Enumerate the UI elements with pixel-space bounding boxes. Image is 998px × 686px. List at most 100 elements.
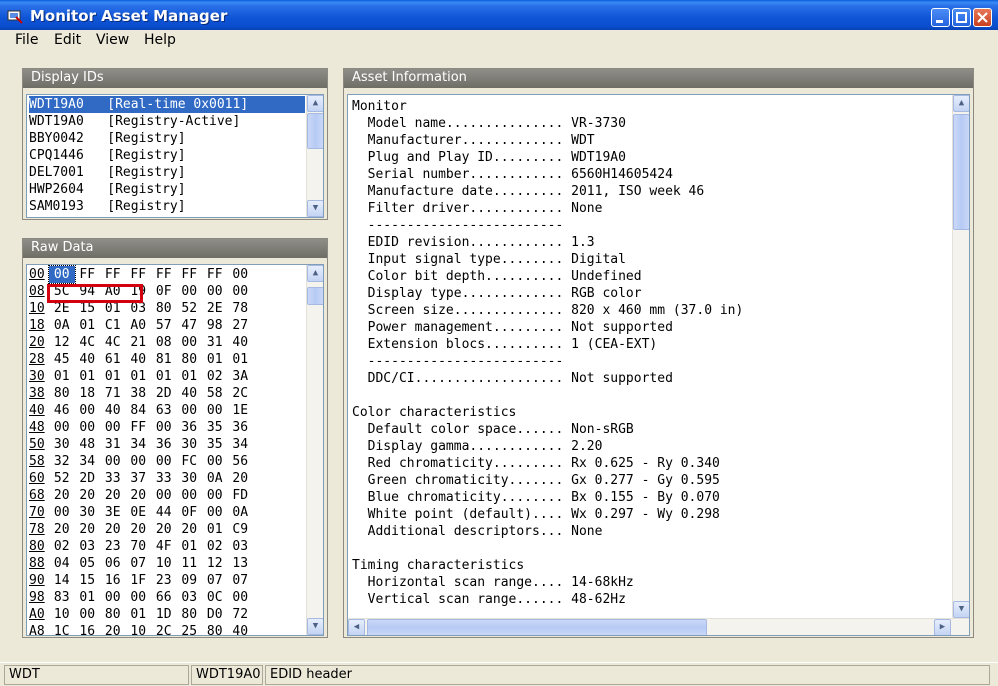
hex-byte[interactable]: 56 [228, 453, 254, 470]
hex-byte[interactable]: 07 [228, 572, 254, 589]
hex-byte[interactable]: 47 [177, 317, 203, 334]
hex-byte[interactable]: 4C [75, 334, 101, 351]
hex-byte[interactable]: 00 [202, 453, 228, 470]
hex-byte[interactable]: 44 [151, 504, 177, 521]
hex-byte[interactable]: 36 [228, 419, 254, 436]
asset-info-text[interactable]: Monitor Model name............... VR-373… [347, 94, 970, 636]
hex-byte[interactable]: 01 [75, 589, 101, 606]
hex-byte[interactable]: FF [100, 266, 126, 283]
hex-byte[interactable]: 11 [177, 555, 203, 572]
hex-byte[interactable]: 1C [49, 623, 75, 635]
display-id-row[interactable]: WDT19A0 [Registry-Active] [29, 113, 305, 130]
hex-byte[interactable]: 00 [228, 283, 254, 300]
hex-byte[interactable]: 34 [228, 436, 254, 453]
hex-byte[interactable]: 2D [75, 470, 101, 487]
hex-byte[interactable]: 37 [126, 470, 152, 487]
display-id-row[interactable]: BBY0042 [Registry] [29, 130, 305, 147]
hex-byte[interactable]: 01 [126, 368, 152, 385]
hex-byte[interactable]: 00 [75, 606, 101, 623]
hex-byte[interactable]: 00 [177, 334, 203, 351]
display-id-row[interactable]: WDT19A0 [Real-time 0x0011] [29, 96, 305, 113]
hex-byte[interactable]: 00 [151, 453, 177, 470]
display-ids-scrollbar[interactable]: ▲ ▼ [306, 95, 323, 217]
hex-byte[interactable]: 15 [75, 572, 101, 589]
title-bar[interactable]: Monitor Asset Manager [0, 0, 998, 30]
hex-byte[interactable]: 35 [202, 436, 228, 453]
hex-byte[interactable]: 78 [228, 300, 254, 317]
hex-byte[interactable]: 2C [228, 385, 254, 402]
asset-info-vscrollbar[interactable]: ▲ ▼ [952, 95, 969, 618]
hex-byte[interactable]: 31 [202, 334, 228, 351]
hex-byte[interactable]: 00 [126, 453, 152, 470]
hex-byte[interactable]: 46 [49, 402, 75, 419]
hex-byte[interactable]: 00 [177, 487, 203, 504]
hex-byte[interactable]: 70 [126, 538, 152, 555]
hex-byte[interactable]: FF [75, 266, 101, 283]
hex-byte[interactable]: 80 [49, 385, 75, 402]
menu-view[interactable]: View [96, 32, 129, 48]
hex-byte[interactable]: 01 [49, 368, 75, 385]
hex-byte[interactable]: 1F [126, 572, 152, 589]
hex-byte[interactable]: 66 [151, 589, 177, 606]
hex-byte[interactable]: 57 [151, 317, 177, 334]
hex-byte[interactable]: 3E [100, 504, 126, 521]
scroll-left-button[interactable]: ◀ [348, 619, 365, 635]
hex-byte[interactable]: 21 [126, 334, 152, 351]
hex-byte[interactable]: 38 [126, 385, 152, 402]
hex-byte[interactable]: C1 [100, 317, 126, 334]
hex-byte[interactable]: 01 [151, 368, 177, 385]
display-id-row[interactable]: SAM0193 [Registry] [29, 198, 305, 215]
hex-byte[interactable]: 01 [75, 317, 101, 334]
hex-byte[interactable]: 20 [126, 487, 152, 504]
hex-byte[interactable]: 05 [75, 555, 101, 572]
scroll-down-button[interactable]: ▼ [307, 200, 323, 217]
hex-byte[interactable]: 71 [100, 385, 126, 402]
hex-byte[interactable]: 33 [100, 470, 126, 487]
hex-byte[interactable]: FF [177, 266, 203, 283]
hex-byte[interactable]: 4C [100, 334, 126, 351]
hex-byte[interactable]: 14 [49, 572, 75, 589]
hex-byte[interactable]: 35 [202, 419, 228, 436]
hex-byte[interactable]: 00 [202, 487, 228, 504]
hex-byte[interactable]: 01 [100, 368, 126, 385]
hex-byte[interactable]: 20 [100, 521, 126, 538]
hex-byte[interactable]: 61 [100, 351, 126, 368]
hex-byte[interactable]: 72 [228, 606, 254, 623]
hex-byte[interactable]: 34 [75, 453, 101, 470]
hex-byte[interactable]: 00 [100, 453, 126, 470]
scroll-thumb[interactable] [307, 113, 323, 149]
hex-byte[interactable]: 16 [100, 572, 126, 589]
hex-byte[interactable]: 31 [100, 436, 126, 453]
hex-byte[interactable]: 30 [177, 470, 203, 487]
hex-byte[interactable]: 63 [151, 402, 177, 419]
minimize-button[interactable] [931, 8, 950, 27]
display-id-row[interactable]: CPQ1446 [Registry] [29, 147, 305, 164]
hex-byte[interactable]: 00 [228, 589, 254, 606]
hex-byte[interactable]: 80 [202, 623, 228, 635]
hex-byte[interactable]: FC [177, 453, 203, 470]
hex-byte[interactable]: 03 [75, 538, 101, 555]
hex-byte[interactable]: 00 [228, 266, 254, 283]
hex-byte[interactable]: 20 [49, 487, 75, 504]
hex-byte[interactable]: 2E [202, 300, 228, 317]
hex-byte[interactable]: 00 [202, 504, 228, 521]
hex-byte[interactable]: 00 [202, 402, 228, 419]
hex-byte[interactable]: 02 [202, 368, 228, 385]
hex-byte[interactable]: 04 [49, 555, 75, 572]
scroll-up-button[interactable]: ▲ [307, 265, 323, 282]
hex-byte[interactable]: 03 [228, 538, 254, 555]
scroll-down-button[interactable]: ▼ [953, 601, 969, 618]
hex-byte[interactable]: 2C [151, 623, 177, 635]
display-ids-list[interactable]: WDT19A0 [Real-time 0x0011] WDT19A0 [Regis… [26, 94, 324, 218]
hex-byte[interactable]: 33 [151, 470, 177, 487]
hex-byte[interactable]: 0A [202, 470, 228, 487]
hex-byte[interactable]: 10 [151, 555, 177, 572]
hex-byte[interactable]: 06 [100, 555, 126, 572]
hex-byte[interactable]: 20 [126, 521, 152, 538]
hex-byte[interactable]: 00 [126, 589, 152, 606]
hex-byte[interactable]: FD [228, 487, 254, 504]
hex-byte[interactable]: 2D [151, 385, 177, 402]
hex-byte[interactable]: 20 [75, 487, 101, 504]
hex-byte[interactable]: 23 [151, 572, 177, 589]
hex-byte[interactable]: 4F [151, 538, 177, 555]
